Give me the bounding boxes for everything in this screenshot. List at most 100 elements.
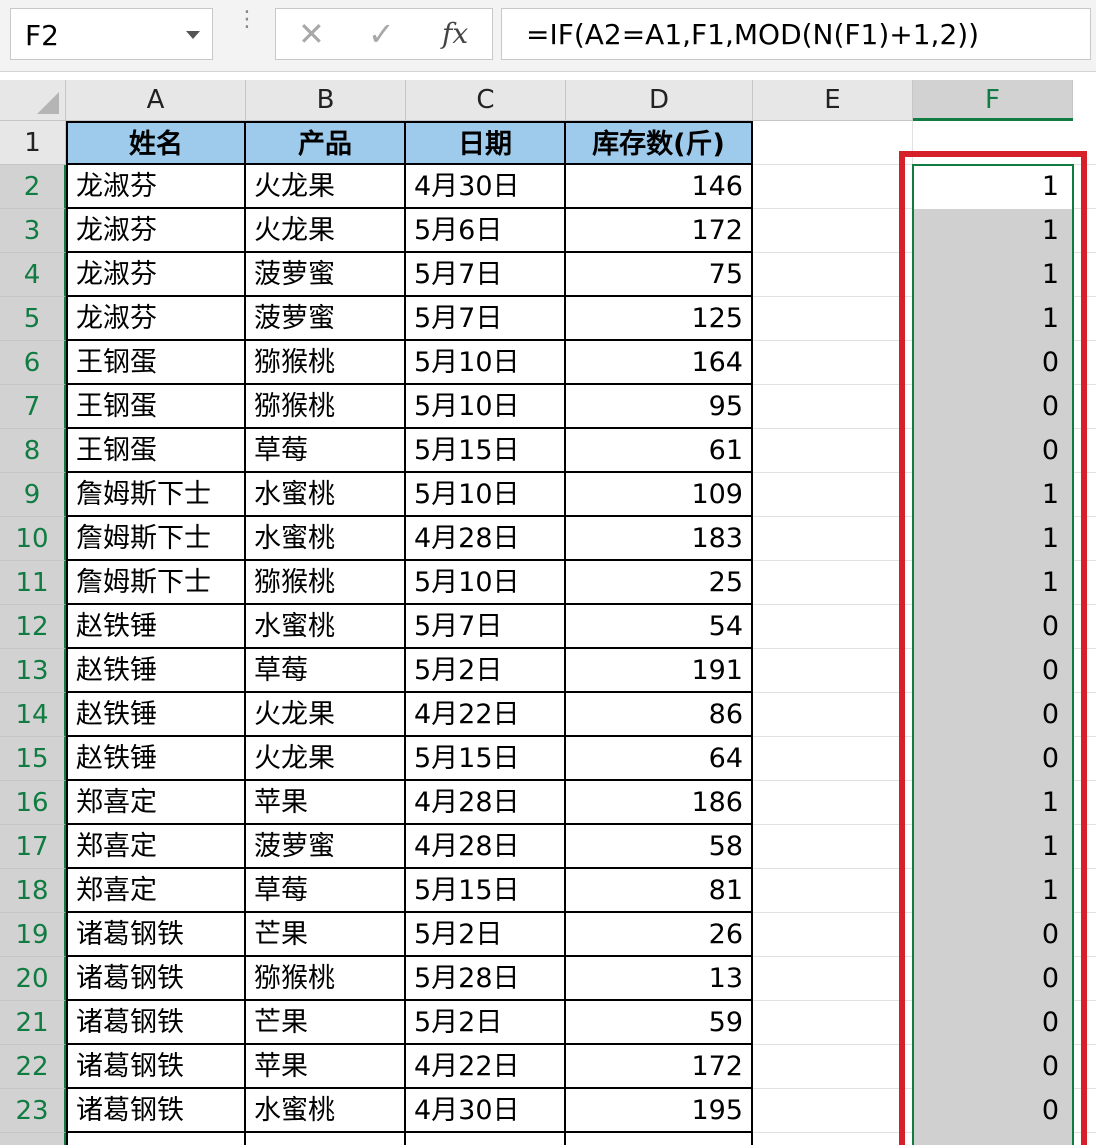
cell-b20[interactable]: 猕猴桃 [246, 957, 406, 1001]
cell-f8[interactable]: 0 [913, 429, 1073, 473]
select-all-button[interactable] [0, 80, 66, 121]
cell-b6[interactable]: 猕猴桃 [246, 341, 406, 385]
cell-c9[interactable]: 5月10日 [406, 473, 566, 517]
cell-d7[interactable]: 95 [566, 385, 753, 429]
cell-a8[interactable]: 王钢蛋 [66, 429, 246, 473]
cell-f11[interactable]: 1 [913, 561, 1073, 605]
cell-c16[interactable]: 4月28日 [406, 781, 566, 825]
row-header-1[interactable]: 1 [0, 121, 66, 165]
cell-a10[interactable]: 詹姆斯下士 [66, 517, 246, 561]
cell-f13[interactable]: 0 [913, 649, 1073, 693]
cell-c21[interactable]: 5月2日 [406, 1001, 566, 1045]
row-header-16[interactable]: 16 [0, 781, 66, 825]
cell-d2[interactable]: 146 [566, 165, 753, 209]
cell-a14[interactable]: 赵铁锤 [66, 693, 246, 737]
cell-f7[interactable]: 0 [913, 385, 1073, 429]
insert-function-icon[interactable]: fx [442, 17, 468, 50]
cell-f4[interactable]: 1 [913, 253, 1073, 297]
header-cell-c[interactable]: 日期 [406, 121, 566, 165]
cell-b2[interactable]: 火龙果 [246, 165, 406, 209]
formula-input[interactable]: =IF(A2=A1,F1,MOD(N(F1)+1,2)) [501, 8, 1091, 60]
cell-f-next[interactable] [913, 1133, 1073, 1145]
cell-d13[interactable]: 191 [566, 649, 753, 693]
row-header-15[interactable]: 15 [0, 737, 66, 781]
row-header-17[interactable]: 17 [0, 825, 66, 869]
cell-f15[interactable]: 0 [913, 737, 1073, 781]
cell-c20[interactable]: 5月28日 [406, 957, 566, 1001]
cell-f22[interactable]: 0 [913, 1045, 1073, 1089]
cell-d14[interactable]: 86 [566, 693, 753, 737]
cell-f9[interactable]: 1 [913, 473, 1073, 517]
cancel-icon[interactable]: ✕ [298, 15, 325, 53]
cell-c17[interactable]: 4月28日 [406, 825, 566, 869]
cell-f1[interactable] [913, 121, 1073, 165]
cell-f23[interactable]: 0 [913, 1089, 1073, 1133]
row-header-14[interactable]: 14 [0, 693, 66, 737]
cell-d21[interactable]: 59 [566, 1001, 753, 1045]
cell-a19[interactable]: 诸葛钢铁 [66, 913, 246, 957]
cell-c22[interactable]: 4月22日 [406, 1045, 566, 1089]
cell-a17[interactable]: 郑喜定 [66, 825, 246, 869]
cell-d19[interactable]: 26 [566, 913, 753, 957]
row-header-22[interactable]: 22 [0, 1045, 66, 1089]
cell-f12[interactable]: 0 [913, 605, 1073, 649]
cell-d5[interactable]: 125 [566, 297, 753, 341]
row-header-18[interactable]: 18 [0, 869, 66, 913]
more-options-icon[interactable]: ⋮ [236, 9, 258, 31]
row-header-7[interactable]: 7 [0, 385, 66, 429]
cell-c3[interactable]: 5月6日 [406, 209, 566, 253]
cell-a12[interactable]: 赵铁锤 [66, 605, 246, 649]
cell-d8[interactable]: 61 [566, 429, 753, 473]
cell-f20[interactable]: 0 [913, 957, 1073, 1001]
cell-a4[interactable]: 龙淑芬 [66, 253, 246, 297]
chevron-down-icon[interactable] [186, 31, 200, 39]
cell-c8[interactable]: 5月15日 [406, 429, 566, 473]
cell-c13[interactable]: 5月2日 [406, 649, 566, 693]
cell-next-row[interactable] [566, 1133, 753, 1145]
cell-b11[interactable]: 猕猴桃 [246, 561, 406, 605]
row-header-20[interactable]: 20 [0, 957, 66, 1001]
cell-d17[interactable]: 58 [566, 825, 753, 869]
cell-a3[interactable]: 龙淑芬 [66, 209, 246, 253]
cell-b14[interactable]: 火龙果 [246, 693, 406, 737]
cell-a11[interactable]: 詹姆斯下士 [66, 561, 246, 605]
cell-b12[interactable]: 水蜜桃 [246, 605, 406, 649]
cell-d11[interactable]: 25 [566, 561, 753, 605]
cell-a18[interactable]: 郑喜定 [66, 869, 246, 913]
cell-f17[interactable]: 1 [913, 825, 1073, 869]
cell-b17[interactable]: 菠萝蜜 [246, 825, 406, 869]
cell-c15[interactable]: 5月15日 [406, 737, 566, 781]
cell-f6[interactable]: 0 [913, 341, 1073, 385]
cell-f16[interactable]: 1 [913, 781, 1073, 825]
column-header-a[interactable]: A [66, 80, 246, 121]
cell-b21[interactable]: 芒果 [246, 1001, 406, 1045]
cell-f19[interactable]: 0 [913, 913, 1073, 957]
cell-c14[interactable]: 4月22日 [406, 693, 566, 737]
cell-b22[interactable]: 苹果 [246, 1045, 406, 1089]
cell-b23[interactable]: 水蜜桃 [246, 1089, 406, 1133]
cell-b19[interactable]: 芒果 [246, 913, 406, 957]
cell-f5[interactable]: 1 [913, 297, 1073, 341]
header-cell-a[interactable]: 姓名 [66, 121, 246, 165]
cell-a15[interactable]: 赵铁锤 [66, 737, 246, 781]
row-header-19[interactable]: 19 [0, 913, 66, 957]
cell-d12[interactable]: 54 [566, 605, 753, 649]
cell-a16[interactable]: 郑喜定 [66, 781, 246, 825]
name-box[interactable]: F2 [10, 8, 213, 60]
cell-d4[interactable]: 75 [566, 253, 753, 297]
cell-f2[interactable]: 1 [913, 165, 1073, 209]
cell-f18[interactable]: 1 [913, 869, 1073, 913]
cell-d9[interactable]: 109 [566, 473, 753, 517]
row-header-6[interactable]: 6 [0, 341, 66, 385]
cell-c2[interactable]: 4月30日 [406, 165, 566, 209]
row-header-12[interactable]: 12 [0, 605, 66, 649]
cell-a6[interactable]: 王钢蛋 [66, 341, 246, 385]
cell-b18[interactable]: 草莓 [246, 869, 406, 913]
cell-a7[interactable]: 王钢蛋 [66, 385, 246, 429]
cell-d23[interactable]: 195 [566, 1089, 753, 1133]
cell-c23[interactable]: 4月30日 [406, 1089, 566, 1133]
cell-next-row[interactable] [246, 1133, 406, 1145]
column-header-b[interactable]: B [246, 80, 406, 121]
cell-f10[interactable]: 1 [913, 517, 1073, 561]
cell-c7[interactable]: 5月10日 [406, 385, 566, 429]
